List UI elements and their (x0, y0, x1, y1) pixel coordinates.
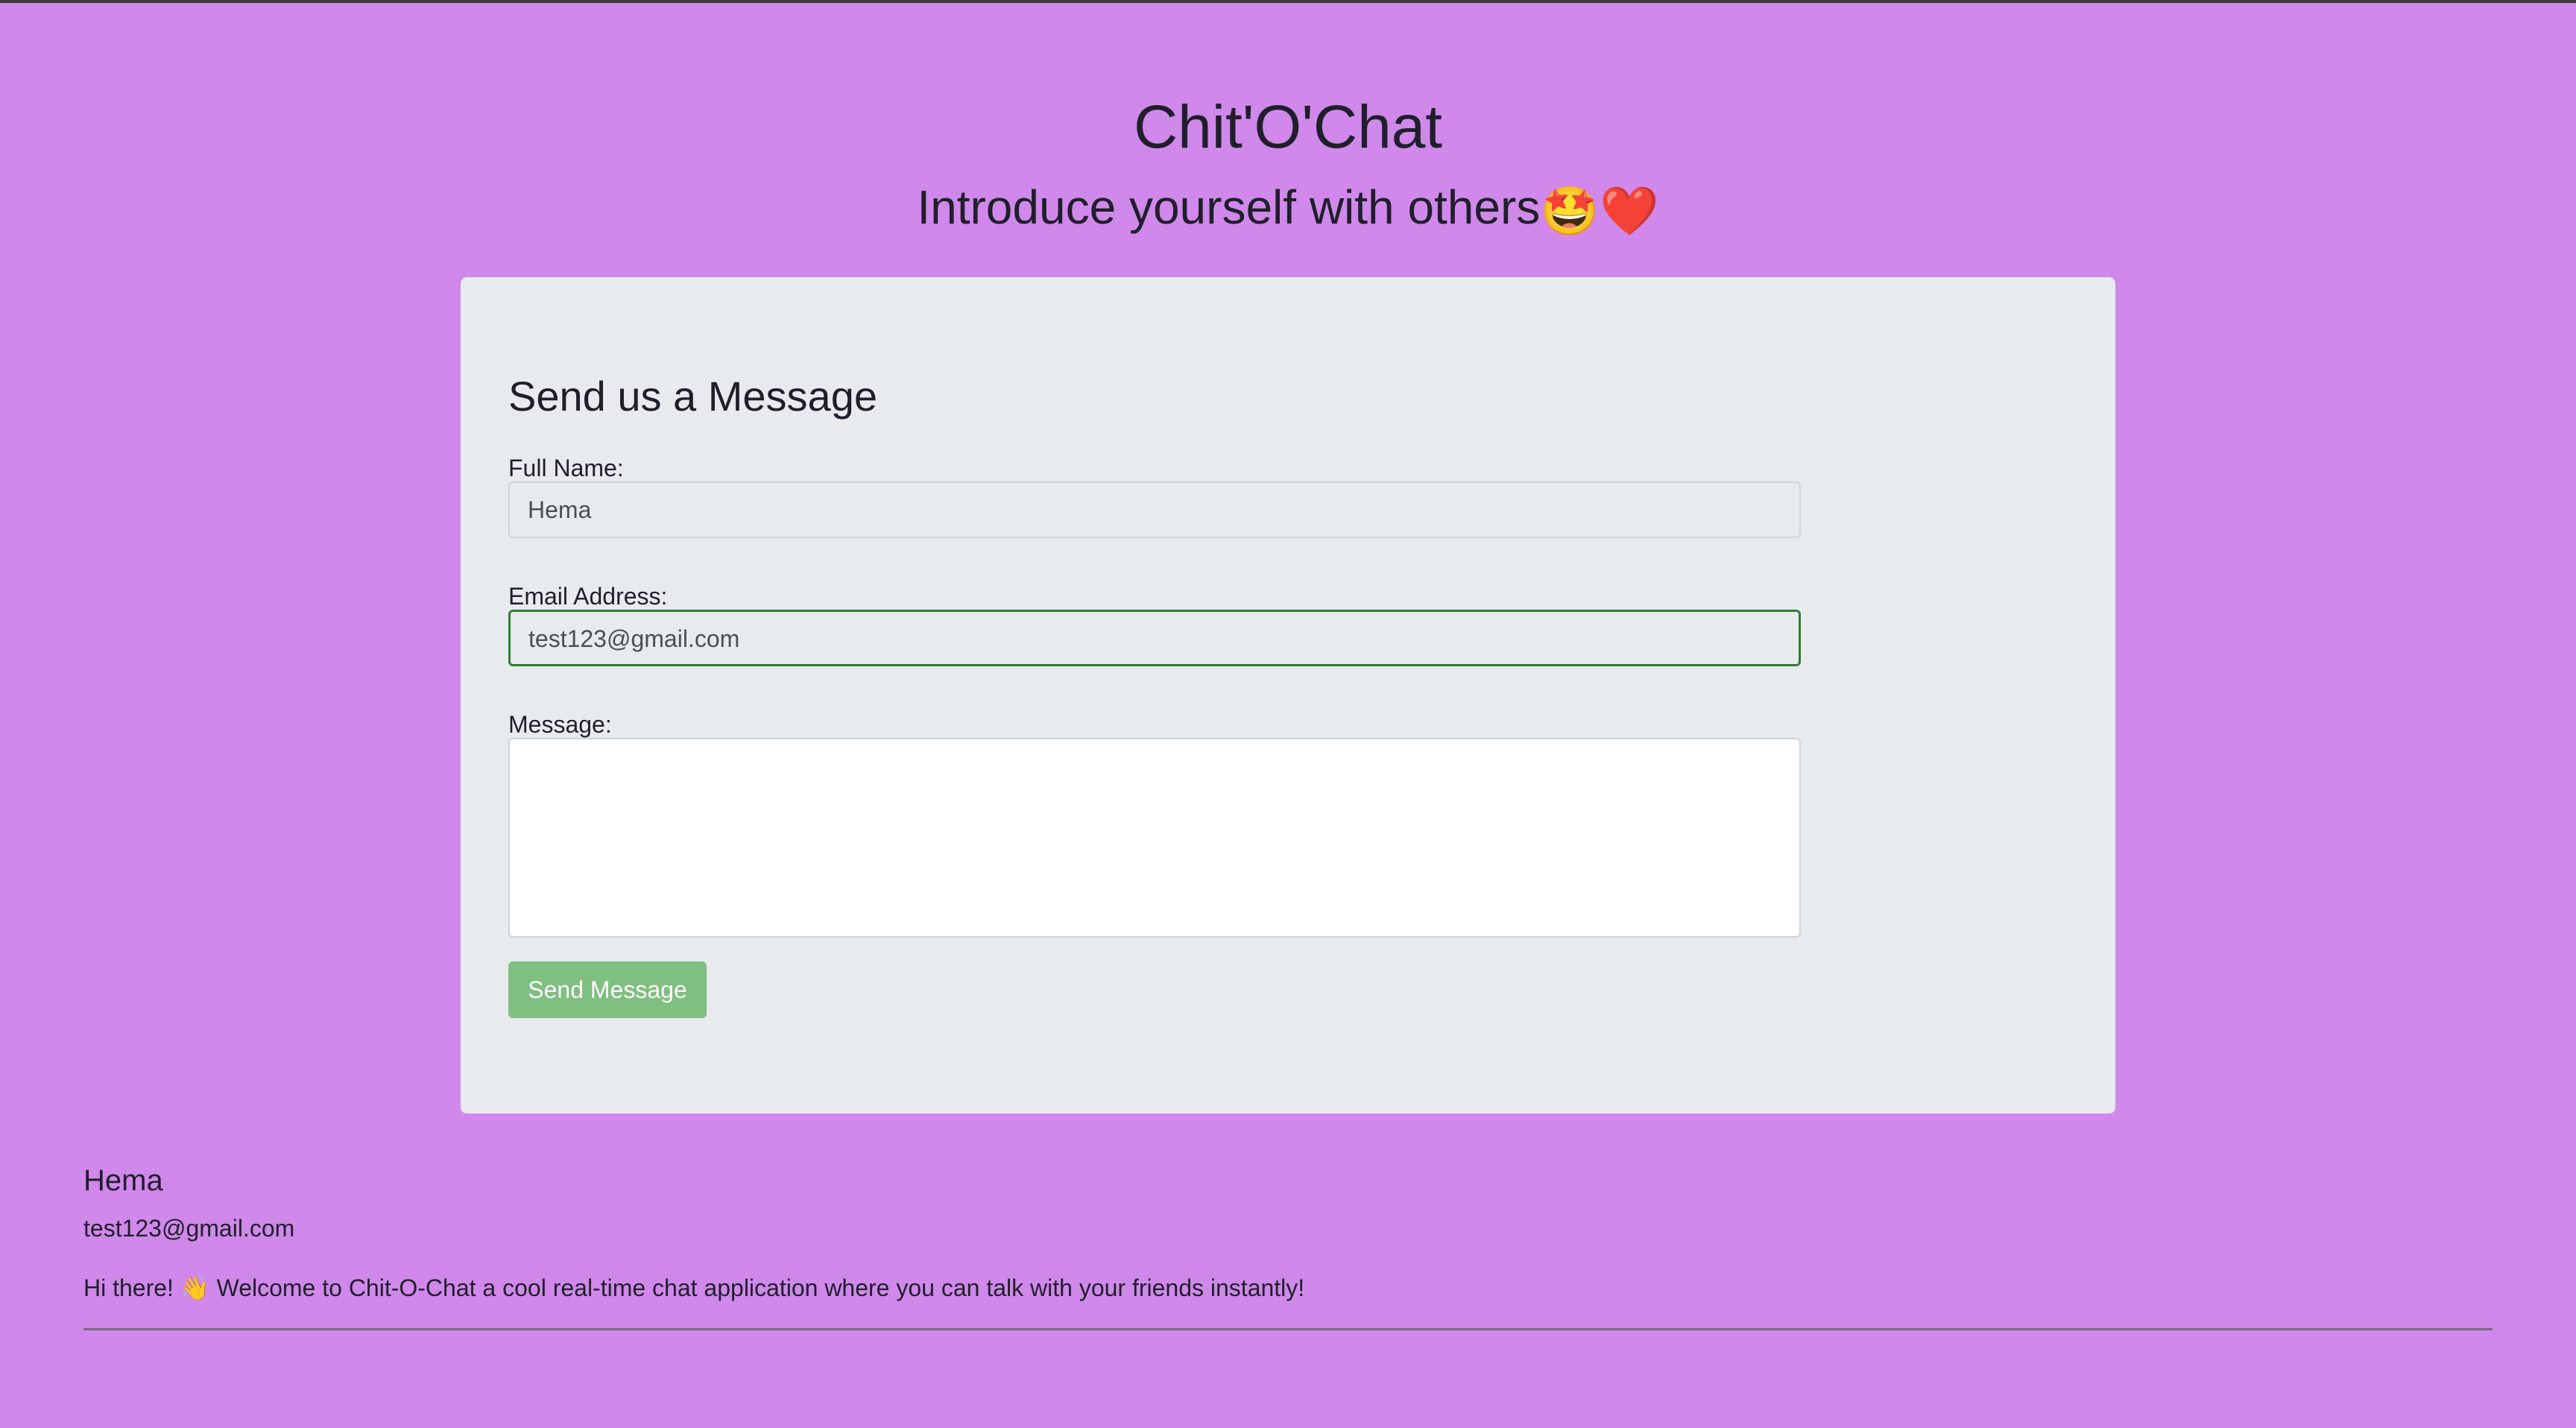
message-form-card: Send us a Message Full Name: Hema Email … (461, 277, 2115, 1113)
message-label: Message: (508, 711, 612, 738)
email-label: Email Address: (508, 583, 668, 610)
entry-name: Hema (83, 1164, 163, 1197)
message-textarea[interactable] (508, 738, 1801, 938)
send-message-button[interactable]: Send Message (508, 961, 707, 1018)
form-title: Send us a Message (508, 373, 877, 420)
full-name-input[interactable]: Hema (508, 481, 1801, 538)
entry-message: Hi there! 👋 Welcome to Chit-O-Chat a coo… (83, 1274, 1305, 1301)
app-title: Chit'O'Chat (1133, 93, 1443, 161)
email-input[interactable]: test123@gmail.com (508, 610, 1801, 666)
entry-email: test123@gmail.com (83, 1215, 295, 1242)
full-name-label: Full Name: (508, 455, 624, 481)
subtitle-emojis: 🤩❤️ (1540, 184, 1659, 238)
page-header: Chit'O'Chat Introduce yourself with othe… (0, 86, 2576, 250)
subtitle-text: Introduce yourself with others (917, 180, 1541, 234)
app-subtitle: Introduce yourself with others🤩❤️ (0, 168, 2576, 250)
entry-divider (83, 1328, 2493, 1330)
